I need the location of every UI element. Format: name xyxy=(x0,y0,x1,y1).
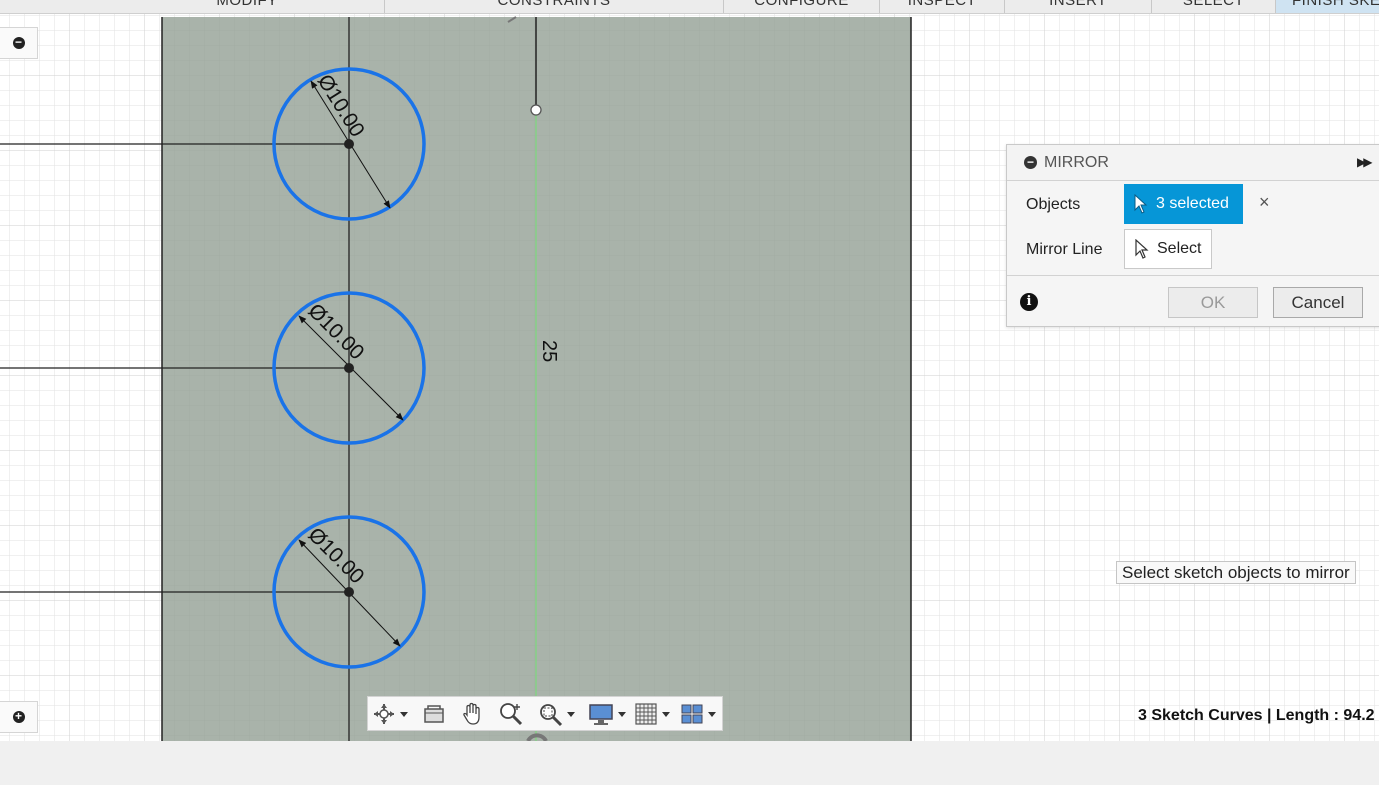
fit-button[interactable] xyxy=(537,700,575,728)
mirror-line-select-button[interactable]: Select xyxy=(1124,229,1212,269)
zoom-button[interactable] xyxy=(498,700,524,728)
look-at-icon xyxy=(424,705,444,723)
selection-status: 3 Sketch Curves | Length : 94.2 xyxy=(1138,707,1375,724)
menu-insert[interactable]: INSERT xyxy=(1005,0,1152,13)
minus-icon: − xyxy=(12,36,25,49)
menu-inspect[interactable]: INSPECT xyxy=(880,0,1005,13)
orbit-icon xyxy=(374,704,394,724)
line-endpoint[interactable] xyxy=(530,104,542,116)
sketch-canvas[interactable]: Ø10.00 Ø10.00 Ø10.00 25 xyxy=(0,0,1379,741)
info-icon[interactable]: i xyxy=(1020,293,1038,311)
menu-select[interactable]: SELECT xyxy=(1152,0,1276,13)
bottom-bar xyxy=(0,741,1379,785)
display-settings-button[interactable] xyxy=(588,700,626,728)
look-at-button[interactable] xyxy=(423,700,445,728)
menu-configure[interactable]: CONFIGURE xyxy=(724,0,880,13)
fit-icon xyxy=(540,704,563,727)
objects-selection-button[interactable]: 3 selected xyxy=(1124,184,1243,224)
navigation-toolbar xyxy=(367,696,723,731)
clear-selection-icon[interactable]: × xyxy=(1259,192,1270,213)
objects-label: Objects xyxy=(1026,196,1081,213)
finish-sketch-button[interactable]: FINISH SKETCH xyxy=(1276,0,1379,13)
viewports-button[interactable] xyxy=(680,700,716,728)
expand-arrows-icon[interactable]: ▶▶ xyxy=(1357,155,1373,169)
plus-icon: + xyxy=(12,710,25,723)
linear-dimension[interactable]: 25 xyxy=(538,340,560,362)
cursor-icon xyxy=(1134,194,1148,214)
mirror-dialog: − MIRROR ▶▶ Objects 3 selected × Mirror … xyxy=(1006,144,1379,327)
menu-constraints[interactable]: CONSTRAINTS xyxy=(385,0,724,13)
display-settings-icon xyxy=(589,704,613,725)
cancel-button[interactable]: Cancel xyxy=(1273,287,1363,318)
mirror-line-label: Mirror Line xyxy=(1026,241,1103,258)
pan-icon xyxy=(463,702,480,725)
viewports-icon xyxy=(681,704,703,724)
dialog-title: MIRROR xyxy=(1044,154,1109,171)
browser-collapse-button[interactable]: − xyxy=(0,27,38,59)
cursor-icon xyxy=(1135,239,1149,259)
mirror-dialog-header: − MIRROR ▶▶ xyxy=(1007,145,1379,181)
grid-settings-icon xyxy=(635,703,657,725)
comments-expand-button[interactable]: + xyxy=(0,701,38,733)
pan-button[interactable] xyxy=(460,700,484,728)
menu-modify[interactable]: MODIFY xyxy=(110,0,385,13)
orbit-button[interactable] xyxy=(372,700,408,728)
objects-selection-value: 3 selected xyxy=(1156,195,1229,212)
cursor-tooltip: Select sketch objects to mirror xyxy=(1116,561,1356,584)
zoom-icon xyxy=(500,703,523,726)
collapse-icon[interactable]: − xyxy=(1024,156,1037,169)
grid-settings-button[interactable] xyxy=(634,700,670,728)
ok-button[interactable]: OK xyxy=(1168,287,1258,318)
mirror-line-select-value: Select xyxy=(1157,240,1202,257)
divider xyxy=(1007,275,1379,276)
toolbar-menubar: MODIFY CONSTRAINTS CONFIGURE INSPECT INS… xyxy=(0,0,1379,14)
